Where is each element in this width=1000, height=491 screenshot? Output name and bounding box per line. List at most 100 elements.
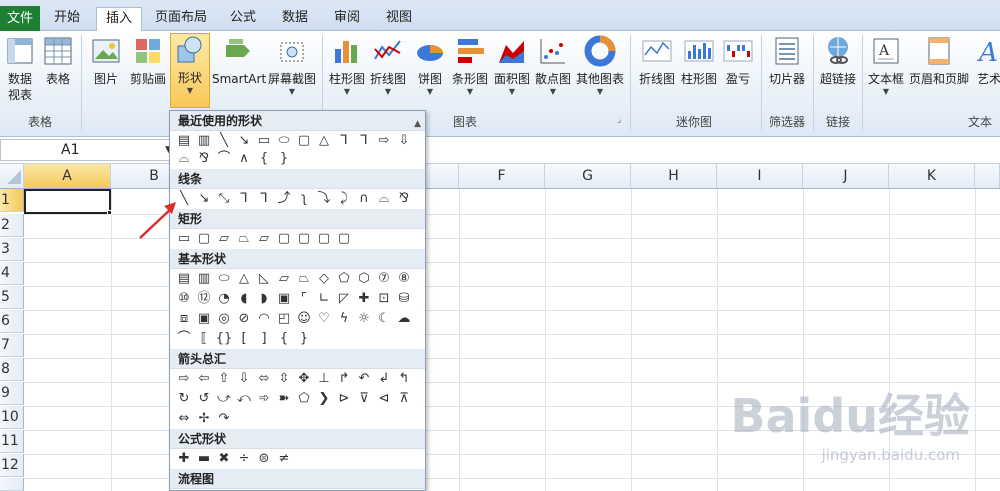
left-bracket-shape-icon[interactable]: [ [235, 330, 253, 348]
freeform-shape-icon[interactable]: ⌓ [375, 190, 393, 208]
multiply-shape-icon[interactable]: ✖ [215, 450, 233, 468]
row-header[interactable]: 7 [0, 334, 24, 357]
diagonal-stripe-shape-icon[interactable]: ◸ [335, 290, 353, 308]
round-diagonal-rectangle-shape-icon[interactable]: ▢ [335, 230, 353, 248]
snip-same-side-rectangle-shape-icon[interactable]: ⏢ [235, 230, 253, 248]
sparkline-line-button[interactable]: 折线图 [636, 35, 678, 87]
pivot-table-button[interactable]: 数据 视表 [0, 35, 40, 103]
name-box[interactable]: A1 ▼ [0, 139, 175, 161]
elbow-double-arrow-shape-icon[interactable]: ⤴ [275, 190, 293, 208]
row-header[interactable]: 9 [0, 382, 24, 405]
tab-view[interactable]: 视图 [378, 7, 420, 31]
arc-shape-icon[interactable]: ⌒ [215, 150, 233, 168]
left-brace-shape-icon[interactable]: { [255, 150, 273, 168]
curved-right-arrow-shape-icon[interactable]: ↻ [175, 390, 193, 408]
line-chart-button[interactable]: 折线图 ▼ [368, 35, 408, 97]
minus-shape-icon[interactable]: ▬ [195, 450, 213, 468]
cross-shape-icon[interactable]: ✚ [355, 290, 373, 308]
octagon-shape-icon[interactable]: ⑧ [395, 270, 413, 288]
column-header[interactable]: G [545, 164, 631, 189]
right-brace-shape-icon[interactable]: } [295, 330, 313, 348]
elbow-arrow-shape-icon[interactable]: ⅂ [355, 132, 373, 150]
double-bracket-shape-icon[interactable]: ⟦ [195, 330, 213, 348]
column-header[interactable]: F [459, 164, 545, 189]
hexagon-shape-icon[interactable]: ⬡ [355, 270, 373, 288]
striped-right-arrow-shape-icon[interactable]: ➾ [255, 390, 273, 408]
sparkline-winloss-button[interactable]: 盈亏 [720, 35, 756, 87]
curve-shape-icon[interactable]: ∧ [235, 150, 253, 168]
left-arrow-callout-shape-icon[interactable]: ⊲ [375, 390, 393, 408]
bent-arrow-shape-icon[interactable]: ↱ [335, 370, 353, 388]
right-brace-shape-icon[interactable]: } [275, 150, 293, 168]
snip-corner-rectangle-shape-icon[interactable]: ▱ [215, 230, 233, 248]
sun-shape-icon[interactable]: ☼ [355, 310, 373, 328]
quad-arrow-callout-shape-icon[interactable]: ✢ [195, 410, 213, 428]
other-charts-button[interactable]: 其他图表 ▼ [575, 35, 625, 97]
area-chart-button[interactable]: 面积图 ▼ [492, 35, 532, 97]
right-triangle-shape-icon[interactable]: ◺ [255, 270, 273, 288]
table-button[interactable]: 表格 [40, 35, 76, 87]
division-shape-icon[interactable]: ÷ [235, 450, 253, 468]
cloud-shape-icon[interactable]: ☁ [395, 310, 413, 328]
trapezoid-shape-icon[interactable]: ⏢ [295, 270, 313, 288]
bent-up-arrow-shape-icon[interactable]: ↰ [395, 370, 413, 388]
scatter-chart-button[interactable]: 散点图 ▼ [533, 35, 573, 97]
elbow-connector-shape-icon[interactable]: ⅂ [235, 190, 253, 208]
row-header[interactable]: 4 [0, 262, 24, 285]
round-corner-rectangle-shape-icon[interactable]: ▢ [295, 230, 313, 248]
column-header[interactable]: H [631, 164, 717, 189]
picture-button[interactable]: 图片 [88, 35, 124, 87]
rectangle-shape-icon[interactable]: ▭ [255, 132, 273, 150]
moon-shape-icon[interactable]: ☾ [375, 310, 393, 328]
up-arrow-shape-icon[interactable]: ⇧ [215, 370, 233, 388]
pie-shape-icon[interactable]: ◔ [215, 290, 233, 308]
left-arrow-shape-icon[interactable]: ⇦ [195, 370, 213, 388]
tab-file[interactable]: 文件 [0, 6, 40, 31]
hyperlink-button[interactable]: 超链接 [816, 35, 860, 87]
right-arrow-shape-icon[interactable]: ⇨ [175, 370, 193, 388]
column-header-partial[interactable] [975, 164, 1000, 189]
decagon-shape-icon[interactable]: ⑩ [175, 290, 193, 308]
heptagon-shape-icon[interactable]: ⑦ [375, 270, 393, 288]
left-right-up-arrow-shape-icon[interactable]: ⊥ [315, 370, 333, 388]
rounded-rectangle-shape-icon[interactable]: ▢ [195, 230, 213, 248]
parallelogram-shape-icon[interactable]: ▱ [275, 270, 293, 288]
pentagon-arrow-shape-icon[interactable]: ⬠ [295, 390, 313, 408]
column-header[interactable]: J [803, 164, 889, 189]
circular-arrow-shape-icon[interactable]: ↷ [215, 410, 233, 428]
screenshot-button[interactable]: 屏幕截图 ▼ [266, 35, 318, 97]
row-header[interactable]: 2 [0, 214, 24, 237]
row-header[interactable]: 8 [0, 358, 24, 381]
donut-shape-icon[interactable]: ◎ [215, 310, 233, 328]
elbow-arrow-connector-shape-icon[interactable]: ⅂ [255, 190, 273, 208]
l-shape-icon[interactable]: ∟ [315, 290, 333, 308]
triangle-shape-icon[interactable]: △ [315, 132, 333, 150]
smiley-face-shape-icon[interactable]: ☺ [295, 310, 313, 328]
curved-arrow-connector-shape-icon[interactable]: ⤵ [315, 190, 333, 208]
scribble-shape-icon[interactable]: ⅋ [195, 150, 213, 168]
left-up-arrow-shape-icon[interactable]: ↲ [375, 370, 393, 388]
curved-up-arrow-shape-icon[interactable]: ⤻ [215, 390, 233, 408]
notched-right-arrow-shape-icon[interactable]: ➽ [275, 390, 293, 408]
tab-data[interactable]: 数据 [274, 7, 316, 31]
quad-arrow-shape-icon[interactable]: ✥ [295, 370, 313, 388]
double-brace-shape-icon[interactable]: {} [215, 330, 233, 348]
shapes-button[interactable]: 形状 ▼ [170, 33, 210, 108]
down-arrow-shape-icon[interactable]: ⇩ [235, 370, 253, 388]
double-arrow-shape-icon[interactable]: ⤡ [215, 190, 233, 208]
curve-shape-icon[interactable]: ∩ [355, 190, 373, 208]
scribble-shape-icon[interactable]: ⅋ [395, 190, 413, 208]
left-right-arrow-shape-icon[interactable]: ⬄ [255, 370, 273, 388]
elbow-connector-shape-icon[interactable]: ⅂ [335, 132, 353, 150]
row-header[interactable]: 3 [0, 238, 24, 261]
vertical-textbox-shape-icon[interactable]: ▥ [195, 132, 213, 150]
chord-shape-icon[interactable]: ◖ [235, 290, 253, 308]
smartart-button[interactable]: SmartArt [212, 35, 266, 87]
no-symbol-shape-icon[interactable]: ⊘ [235, 310, 253, 328]
left-right-arrow-callout-shape-icon[interactable]: ⇔ [175, 410, 193, 428]
diamond-shape-icon[interactable]: ◇ [315, 270, 333, 288]
freeform-shape-icon[interactable]: ⌓ [175, 150, 193, 168]
equal-shape-icon[interactable]: ⊜ [255, 450, 273, 468]
wordart-button[interactable]: A 艺术 [972, 35, 1000, 87]
row-header[interactable]: 10 [0, 406, 24, 429]
